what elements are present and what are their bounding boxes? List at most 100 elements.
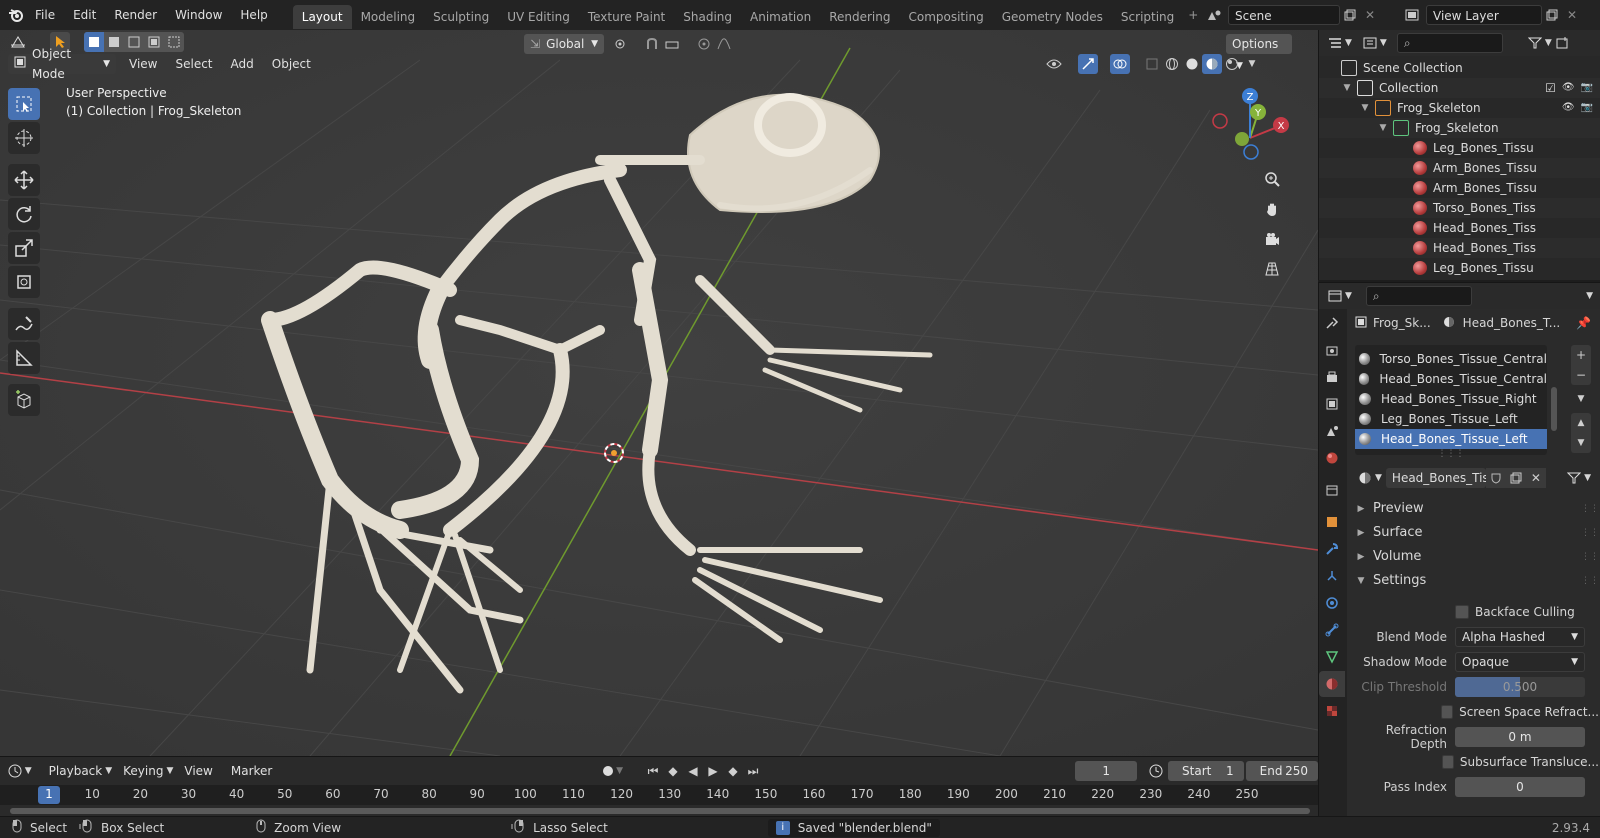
scene-tab-icon[interactable] (1319, 418, 1345, 444)
tab-rendering[interactable]: Rendering (820, 5, 899, 29)
visibility-eye-icon[interactable] (1044, 54, 1064, 74)
neg-x-axis-ball[interactable] (1212, 113, 1228, 129)
jump-end-icon[interactable]: ⏭ (743, 761, 763, 781)
annotate-tool[interactable] (8, 308, 40, 340)
data-tab-icon[interactable] (1319, 644, 1345, 670)
view-layer-field[interactable]: View Layer (1426, 5, 1542, 25)
slot-specials-chevron-icon[interactable]: ▼ (1571, 389, 1591, 409)
eye-icon[interactable]: 👁 (1562, 98, 1575, 118)
jump-start-icon[interactable]: ⏮ (643, 761, 663, 781)
collection-tab-icon[interactable] (1319, 477, 1345, 503)
outliner-scene-collection[interactable]: Scene Collection (1319, 58, 1600, 78)
zoom-icon[interactable] (1259, 166, 1285, 192)
pivot-point-icon[interactable] (612, 34, 632, 54)
timeline-menu-keying[interactable]: Keying (114, 760, 172, 782)
properties-editor-type-icon[interactable] (1325, 286, 1345, 306)
tab-compositing[interactable]: Compositing (899, 5, 992, 29)
list-resize-grip[interactable]: ⋮⋮⋮ (1355, 449, 1547, 459)
select-invert-icon[interactable] (144, 32, 164, 52)
tab-geometry-nodes[interactable]: Geometry Nodes (993, 5, 1112, 29)
panel-settings[interactable]: ▼ Settings ⋮⋮ (1355, 569, 1599, 593)
material-tab-icon[interactable] (1319, 671, 1345, 697)
viewport-menu-add[interactable]: Add (222, 54, 263, 74)
material-name-field[interactable]: Head_Bones_Tis... (1385, 468, 1486, 488)
tab-scripting[interactable]: Scripting (1112, 5, 1183, 29)
expand-triangle-icon[interactable]: ▼ (1359, 98, 1371, 118)
duplicate-material-icon[interactable] (1505, 468, 1526, 488)
pass-index-field[interactable]: 0 (1455, 776, 1585, 797)
pan-hand-icon[interactable] (1259, 196, 1285, 222)
render-tab-icon[interactable] (1319, 337, 1345, 363)
select-extend-icon[interactable] (104, 32, 124, 52)
outliner-row[interactable]: ▼ Collection ☑ 👁 📷 (1319, 78, 1600, 98)
blend-mode-dropdown[interactable]: Alpha Hashed ▼ (1455, 626, 1585, 647)
transform-orientation-dropdown[interactable]: ⇲ Global ▼ (524, 34, 604, 54)
tab-texture-paint[interactable]: Texture Paint (579, 5, 674, 29)
timeline-scrollbar[interactable] (10, 808, 1310, 814)
panel-volume[interactable]: ▶ Volume ⋮⋮ (1355, 545, 1599, 569)
scene-field[interactable]: Scene (1228, 5, 1340, 25)
outliner-row[interactable]: Leg_Bones_Tissu (1319, 138, 1600, 158)
select-intersect-icon[interactable] (164, 32, 184, 52)
select-subtract-icon[interactable] (124, 32, 144, 52)
shading-options-chevron-icon[interactable]: ▼ (1242, 54, 1262, 74)
panel-surface[interactable]: ▶ Surface ⋮⋮ (1355, 521, 1599, 545)
drag-grip-icon[interactable]: ⋮⋮ (1581, 545, 1599, 569)
measure-tool[interactable] (8, 342, 40, 374)
neg-y-axis-ball[interactable] (1235, 132, 1249, 146)
view-layer-icon[interactable] (1402, 5, 1422, 25)
tab-uv-editing[interactable]: UV Editing (498, 5, 579, 29)
material-slot-item[interactable]: Head_Bones_Tissue_Central (1355, 369, 1547, 389)
panel-preview[interactable]: ▶ Preview ⋮⋮ (1355, 497, 1599, 521)
play-icon[interactable]: ▶ (703, 761, 723, 781)
eye-icon[interactable]: 👁 (1562, 78, 1575, 98)
move-tool[interactable] (8, 164, 40, 196)
texture-tab-icon[interactable] (1319, 698, 1345, 724)
add-workspace-icon[interactable]: + (1183, 5, 1203, 25)
options-dropdown[interactable]: Options ▼ (1226, 34, 1292, 71)
timeline-menu-playback[interactable]: Playback (40, 760, 112, 782)
slot-list-scrollbar[interactable] (1551, 349, 1559, 449)
modifier-tab-icon[interactable] (1319, 536, 1345, 562)
menu-render[interactable]: Render (105, 0, 166, 30)
properties-search-input[interactable]: ⌕ (1365, 286, 1472, 306)
display-mode-icon[interactable] (1360, 33, 1380, 53)
xray-toggle-icon[interactable] (1142, 54, 1162, 74)
timeline-scrollbar-thumb[interactable] (10, 808, 1310, 814)
editor-type-icon[interactable] (8, 32, 28, 52)
viewport-menu-select[interactable]: Select (166, 54, 221, 74)
outliner-row[interactable]: ▼ Frog_Skeleton 👁 📷 (1319, 98, 1600, 118)
tab-layout[interactable]: Layout (292, 4, 352, 29)
expand-triangle-icon[interactable]: ▼ (1341, 78, 1353, 98)
new-scene-icon[interactable] (1340, 5, 1360, 25)
chevron-down-icon[interactable]: ▼ (1586, 291, 1593, 301)
material-slot-item[interactable]: Leg_Bones_Tissue_Left (1355, 409, 1547, 429)
tab-shading[interactable]: Shading (674, 5, 741, 29)
snap-target-icon[interactable] (662, 34, 682, 54)
rendered-shading-icon[interactable] (1222, 54, 1242, 74)
camera-render-icon[interactable]: 📷 (1581, 78, 1593, 98)
world-tab-icon[interactable] (1319, 445, 1345, 471)
transform-tool[interactable] (8, 266, 40, 298)
frame-start-field[interactable]: Start 1 (1168, 761, 1244, 781)
constraints-tab-icon[interactable] (1319, 617, 1345, 643)
viewport-menu-view[interactable]: View (120, 54, 166, 74)
add-cube-tool[interactable] (8, 384, 40, 416)
play-reverse-icon[interactable]: ◀ (683, 761, 703, 781)
solid-shading-icon[interactable] (1182, 54, 1202, 74)
particles-tab-icon[interactable] (1319, 563, 1345, 589)
tab-animation[interactable]: Animation (741, 5, 820, 29)
unlink-material-icon[interactable]: ✕ (1525, 468, 1546, 488)
outliner-row[interactable]: Leg_Bones_Tissu (1319, 258, 1600, 278)
camera-view-icon[interactable] (1259, 226, 1285, 252)
outliner-editor-type-icon[interactable] (1325, 33, 1345, 53)
navigation-gizmo[interactable]: X Y Z (1200, 86, 1300, 196)
menu-window[interactable]: Window (166, 0, 231, 30)
filter-icon[interactable] (1525, 33, 1545, 53)
physics-tab-icon[interactable] (1319, 590, 1345, 616)
object-tab-icon[interactable] (1319, 509, 1345, 535)
clock-icon[interactable] (1147, 761, 1164, 781)
scene-icon[interactable] (1204, 5, 1224, 25)
3d-viewport[interactable]: ⇲ Global ▼ Options ▼ Object Mode ▼ View … (0, 30, 1318, 756)
gizmo-toggle-icon[interactable] (1078, 54, 1098, 74)
